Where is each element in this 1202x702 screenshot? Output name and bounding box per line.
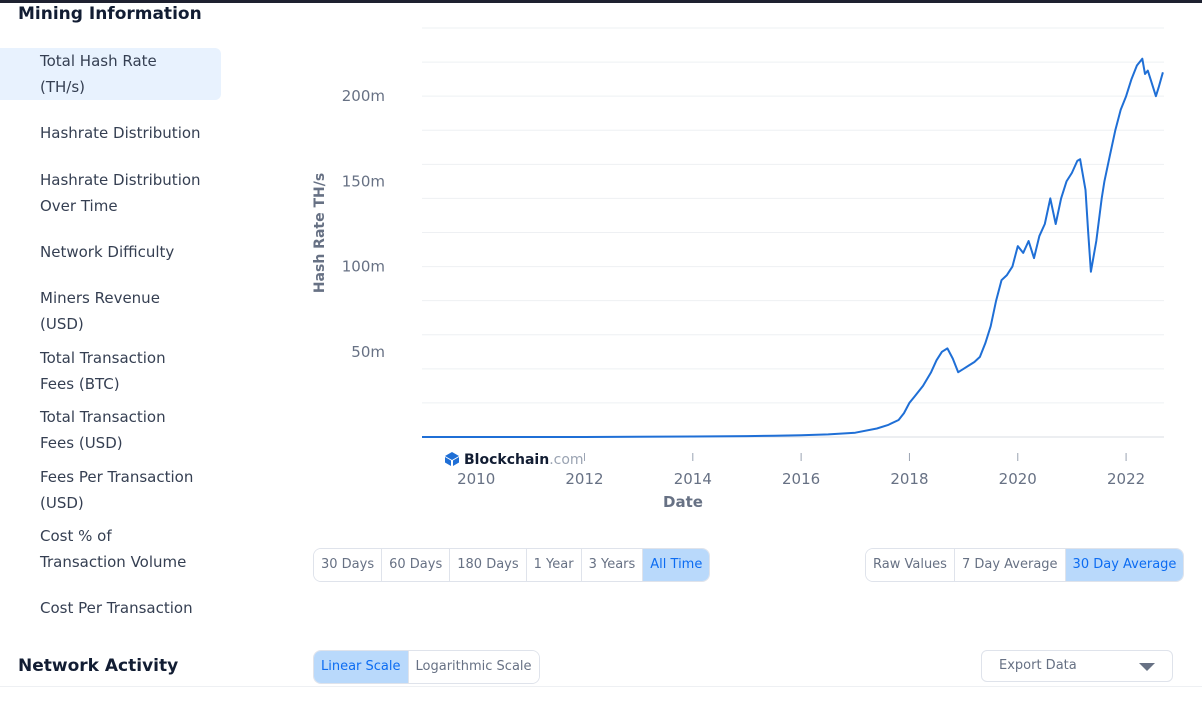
sidebar-item-network-difficulty[interactable]: Network Difficulty — [0, 239, 221, 265]
sidebar-item-label: Network Difficulty — [40, 243, 175, 261]
sidebar-item-label: (USD) — [40, 494, 84, 512]
sidebar-item-label: Fees (BTC) — [40, 375, 120, 393]
range-3-years-button[interactable]: 3 Years — [581, 549, 644, 581]
range-30-days-button[interactable]: 30 Days — [314, 549, 383, 581]
x-tick-label: 2016 — [782, 470, 820, 488]
x-axis-label: Date — [663, 493, 703, 511]
sidebar-item-cost-percent-volume[interactable]: Cost % of Transaction Volume — [0, 523, 221, 575]
y-tick-label: 150m — [342, 172, 385, 190]
sidebar-item-label: Fees (USD) — [40, 434, 123, 452]
range-1-year-button[interactable]: 1 Year — [526, 549, 582, 581]
chart-svg: 50m 100m 150m 200m 2010 2012 2014 2016 2018 2020… — [312, 27, 1164, 511]
sidebar-item-total-transaction-fees-btc[interactable]: Total Transaction Fees (BTC) — [0, 345, 221, 397]
sidebar-item-label: Cost Per Transaction — [40, 599, 193, 617]
export-data-dropdown[interactable]: Export Data — [981, 650, 1173, 682]
watermark-suffix: .com — [549, 452, 583, 468]
divider — [0, 686, 1202, 687]
sidebar-item-label: Hashrate Distribution — [40, 124, 201, 142]
x-tick-label: 2014 — [674, 470, 712, 488]
sidebar-item-label: Hashrate Distribution — [40, 171, 201, 189]
average-button-group: Raw Values 7 Day Average 30 Day Average — [865, 548, 1185, 582]
range-all-time-button[interactable]: All Time — [643, 549, 710, 581]
sidebar-item-label: Over Time — [40, 197, 118, 215]
sidebar-item-label: Cost % of — [40, 527, 112, 545]
x-tick-label: 2010 — [457, 470, 495, 488]
blockchain-watermark: Blockchain.com — [445, 452, 584, 468]
watermark-brand: Blockchain — [464, 452, 549, 468]
section-title-network-activity: Network Activity — [18, 656, 179, 676]
svg-text:Blockchain.com: Blockchain.com — [464, 452, 584, 468]
y-tick-label: 200m — [342, 87, 385, 105]
sidebar-item-label: Transaction Volume — [40, 553, 187, 571]
chart-series — [422, 57, 1164, 438]
blockchain-logo-icon — [445, 452, 459, 466]
chart-gridlines — [422, 27, 1164, 438]
sidebar-item-label: Total Transaction — [40, 349, 166, 367]
range-button-group: 30 Days 60 Days 180 Days 1 Year 3 Years … — [313, 548, 711, 582]
chart-y-ticks: 50m 100m 150m 200m — [342, 87, 385, 361]
linear-scale-button[interactable]: Linear Scale — [314, 651, 409, 683]
sidebar-item-total-transaction-fees-usd[interactable]: Total Transaction Fees (USD) — [0, 404, 221, 456]
sidebar-item-fees-per-transaction[interactable]: Fees Per Transaction (USD) — [0, 464, 221, 516]
y-tick-label: 50m — [351, 343, 385, 361]
logarithmic-scale-button[interactable]: Logarithmic Scale — [408, 651, 539, 683]
sidebar-item-cost-per-transaction[interactable]: Cost Per Transaction — [0, 595, 221, 621]
export-data-label: Export Data — [999, 658, 1077, 673]
range-60-days-button[interactable]: 60 Days — [382, 549, 451, 581]
thirty-day-average-button[interactable]: 30 Day Average — [1065, 549, 1184, 581]
sidebar-item-label: Total Hash Rate — [40, 52, 157, 70]
seven-day-average-button[interactable]: 7 Day Average — [954, 549, 1066, 581]
chevron-down-icon — [1139, 663, 1155, 671]
y-axis-label: Hash Rate TH/s — [312, 173, 328, 293]
sidebar-item-total-hash-rate[interactable]: Total Hash Rate (TH/s) — [0, 48, 221, 100]
x-tick-label: 2020 — [999, 470, 1037, 488]
scale-button-group: Linear Scale Logarithmic Scale — [313, 650, 540, 684]
x-tick-label: 2018 — [890, 470, 928, 488]
sidebar-item-miners-revenue[interactable]: Miners Revenue (USD) — [0, 285, 221, 337]
sidebar-item-hashrate-distribution[interactable]: Hashrate Distribution — [0, 120, 221, 146]
hash-rate-chart: 50m 100m 150m 200m 2010 2012 2014 2016 2018 2020… — [300, 0, 1202, 520]
sidebar-item-label: Total Transaction — [40, 408, 166, 426]
range-180-days-button[interactable]: 180 Days — [450, 549, 527, 581]
sidebar-item-label: Miners Revenue — [40, 289, 160, 307]
series-line — [422, 57, 1164, 438]
sidebar-item-hashrate-distribution-over-time[interactable]: Hashrate Distribution Over Time — [0, 167, 221, 219]
x-tick-label: 2012 — [565, 470, 603, 488]
sidebar-item-label: (USD) — [40, 315, 84, 333]
sidebar-item-label: Fees Per Transaction — [40, 468, 194, 486]
x-tick-label: 2022 — [1107, 470, 1145, 488]
y-tick-label: 100m — [342, 258, 385, 276]
raw-values-button[interactable]: Raw Values — [866, 549, 955, 581]
section-title-mining: Mining Information — [18, 4, 202, 24]
sidebar-item-label: (TH/s) — [40, 78, 86, 96]
